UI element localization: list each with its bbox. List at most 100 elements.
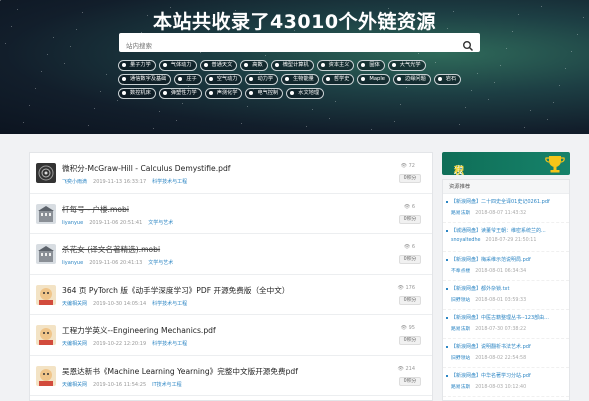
star-dot xyxy=(553,102,554,103)
category-link[interactable]: 文学与艺术 xyxy=(148,260,173,266)
star-dot xyxy=(100,91,101,92)
recommend-meta: 路易法斯 2018-08-03 10:12:40 xyxy=(451,383,569,390)
post-time: 2019-11-13 16:33:17 xyxy=(93,179,147,185)
recommend-item[interactable]: 【新浪网盘】中医古籍整理丛书--123部由... 路易法斯 2018-07-30 0… xyxy=(443,310,569,339)
tag-chip[interactable]: 边缘问题 xyxy=(393,74,431,85)
tag-chip[interactable]: 动力学 xyxy=(245,74,279,85)
tag-chip[interactable]: 生物能量 xyxy=(281,74,319,85)
author-link[interactable]: 天编相关网 xyxy=(62,382,87,388)
recommend-title[interactable]: 【新浪网盘】梅采维示范说明局.pdf xyxy=(451,256,569,263)
tag-chip[interactable]: 弹塑性力学 xyxy=(158,88,202,99)
tag-chip[interactable]: 声测化学 xyxy=(204,88,243,99)
recommend-meta: 路易法斯 2018-08-07 11:43:32 xyxy=(451,209,569,216)
category-link[interactable]: 文学与艺术 xyxy=(148,220,173,226)
tag-chip[interactable]: 资本主义 xyxy=(316,60,355,71)
eye-icon: 👁 xyxy=(397,365,404,372)
category-link[interactable]: 科学技术与工程 xyxy=(152,341,187,347)
resource-thumbnail[interactable] xyxy=(36,365,56,386)
tag-chip[interactable]: 大气光学 xyxy=(387,60,426,71)
resource-title[interactable]: 杆每号 - 户楼.mobi xyxy=(62,204,129,215)
list-item[interactable]: 杀花女 (译文名著精选).mobi liyanyue 2019-11-06 20:4… xyxy=(30,234,432,275)
star-dot xyxy=(306,126,307,127)
star-dot xyxy=(176,120,177,121)
recommend-author[interactable]: snoyaltedhe xyxy=(451,238,480,243)
list-item[interactable]: 364 页 PyTorch 版《动手学深度学习》PDF 开源免费版（全中文） 天编… xyxy=(30,275,432,315)
star-dot xyxy=(23,122,24,123)
resource-title[interactable]: 吴恩达新书《Machine Learning Yearning》完整中文版开源免… xyxy=(62,366,298,377)
category-link[interactable]: 科学技术与工程 xyxy=(152,301,187,307)
tag-chip[interactable]: 高数 xyxy=(240,60,268,71)
recommend-item[interactable]: 【城通网盘】读董爷王朝：维密系统兰的... snoyaltedhe 2018-07-… xyxy=(443,223,569,252)
tag-chip[interactable]: 空气动力 xyxy=(204,74,243,85)
resource-meta: 天编相关网 2019-10-22 12:20:19 科学技术与工程 xyxy=(62,340,187,347)
tag-chip[interactable]: 固体 xyxy=(357,60,385,71)
points-badge: 0积分 xyxy=(399,214,421,224)
tag-chip[interactable]: Maple xyxy=(357,74,390,85)
recommend-title[interactable]: 【新浪网盘】二十四史全译01史记0261.pdf xyxy=(451,198,569,205)
tag-chip[interactable]: 气体动力 xyxy=(158,60,197,71)
recommend-item[interactable]: 【新浪网盘】中华名著学习分站.pdf 路易法斯 2018-08-03 10:12:4… xyxy=(443,368,569,397)
search-input[interactable] xyxy=(119,36,449,56)
recommend-time: 2018-08-02 22:54:58 xyxy=(475,356,527,361)
resource-thumbnail[interactable] xyxy=(36,325,56,345)
recommend-item[interactable]: 【新浪网盘】都外杂锁.txt 旧野领站 2018-08-01 03:59:33 xyxy=(443,281,569,310)
recommend-title[interactable]: 【新浪网盘】中华名著学习分站.pdf xyxy=(451,372,569,379)
recommend-item[interactable]: 【新浪网盘】说明翻析书法艺术.pdf 旧野领站 2018-08-02 22:54:5… xyxy=(443,339,569,368)
author-link[interactable]: liyanyue xyxy=(62,220,83,226)
view-count: 👁 72 xyxy=(401,163,415,169)
list-item[interactable]: 杆每号 - 户楼.mobi liyanyue 2019-11-06 20:51:41… xyxy=(30,194,432,234)
eye-icon: 👁 xyxy=(403,203,411,210)
recommend-item[interactable]: 【新浪网盘】二十四史全译01史记0261.pdf 路易法斯 2018-08-07 1… xyxy=(443,194,569,223)
resource-thumbnail[interactable] xyxy=(36,163,56,183)
site-title: 本站共收录了43010个外链资源 xyxy=(152,11,437,33)
recommend-author[interactable]: 不奉点楼 xyxy=(451,269,470,274)
recommend-item[interactable]: 【新浪网盘】梅采维示范说明局.pdf 不奉点楼 2018-08-01 06:34:3… xyxy=(443,252,569,281)
author-link[interactable]: 天编相关网 xyxy=(62,301,87,307)
tag-chip[interactable]: 哲学史 xyxy=(321,74,355,85)
recommend-author[interactable]: 路易法斯 xyxy=(451,385,470,390)
recommend-title[interactable]: 【新浪网盘】都外杂锁.txt xyxy=(451,285,569,292)
category-link[interactable]: IT技术与工程 xyxy=(152,382,182,388)
promo-banner[interactable]: 发布链接赚取积分 xyxy=(442,152,570,175)
resource-title[interactable]: 364 页 PyTorch 版《动手学深度学习》PDF 开源免费版（全中文） xyxy=(62,285,289,296)
resource-title[interactable]: 工程力学英义--Engineering Mechanics.pdf xyxy=(62,325,216,336)
recommend-author[interactable]: 旧野领站 xyxy=(451,298,470,303)
tag-chip[interactable]: 水文地理 xyxy=(286,88,325,99)
star-dot xyxy=(35,88,36,89)
tag-chip[interactable]: 电气控制 xyxy=(245,88,284,99)
tag-chip[interactable]: 庄子 xyxy=(174,74,202,85)
recommend-title[interactable]: 【城通网盘】读董爷王朝：维密系统兰的... xyxy=(451,227,569,234)
tag-chip[interactable]: 普通天文 xyxy=(199,60,238,71)
list-item[interactable]: 吴恩达新书《Machine Learning Yearning》完整中文版开源免… xyxy=(30,356,432,396)
tag-chip[interactable]: 量子力学 xyxy=(118,60,156,71)
tag-chip[interactable]: 岩石 xyxy=(433,74,462,85)
star-dot xyxy=(182,103,183,104)
recommend-title[interactable]: 【新浪网盘】中医古籍整理丛书--123部由... xyxy=(451,314,569,321)
resource-thumbnail[interactable] xyxy=(36,244,56,264)
resource-title[interactable]: 微积分-McGraw-Hill - Calculus Demystifie.pd… xyxy=(62,163,230,174)
star-dot xyxy=(47,54,48,55)
resource-thumbnail[interactable] xyxy=(36,203,56,224)
author-link[interactable]: 天编相关网 xyxy=(62,341,87,347)
list-item[interactable]: 工程力学英义--Engineering Mechanics.pdf 天编相关网 20… xyxy=(30,315,432,356)
recommend-author[interactable]: 旧野领站 xyxy=(451,356,470,361)
recommend-author[interactable]: 路易法斯 xyxy=(451,327,470,332)
view-number: 214 xyxy=(405,365,415,372)
resource-thumbnail[interactable] xyxy=(36,284,56,305)
recommend-author[interactable]: 路易法斯 xyxy=(451,211,470,216)
resource-list: 微积分-McGraw-Hill - Calculus Demystifie.pd… xyxy=(29,152,433,401)
category-link[interactable]: 科学技术与工程 xyxy=(152,179,187,185)
list-item[interactable]: 微积分-McGraw-Hill - Calculus Demystifie.pd… xyxy=(30,153,432,194)
recommend-title[interactable]: 【新浪网盘】说明翻析书法艺术.pdf xyxy=(451,343,569,350)
author-link[interactable]: liyanyue xyxy=(62,260,83,266)
star-dot xyxy=(117,100,118,101)
tag-chip[interactable]: 微型计算机 xyxy=(270,60,314,71)
recommend-meta: 不奉点楼 2018-08-01 06:34:34 xyxy=(451,267,569,274)
star-dot xyxy=(94,108,95,109)
star-dot xyxy=(159,111,160,112)
author-link[interactable]: 飞奕小雨滴 xyxy=(62,179,87,185)
tag-chip[interactable]: 数控机床 xyxy=(118,88,156,99)
search-icon[interactable] xyxy=(462,37,474,52)
tag-chip[interactable]: 通信数字及基础 xyxy=(118,74,172,85)
resource-title[interactable]: 杀花女 (译文名著精选).mobi xyxy=(62,244,160,255)
